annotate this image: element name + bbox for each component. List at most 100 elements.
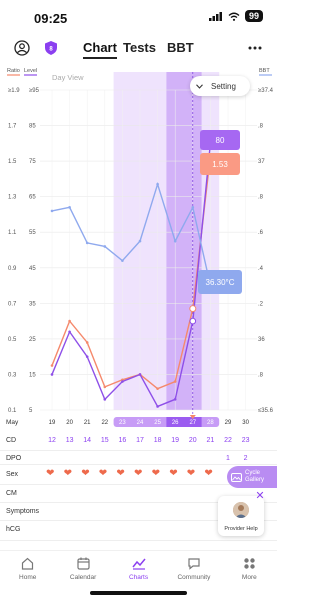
profile-icon[interactable] xyxy=(12,38,32,58)
community-icon xyxy=(186,555,202,571)
level-highlight-point xyxy=(189,317,197,325)
heart-icon[interactable]: ❤ xyxy=(46,468,54,479)
heart-icon[interactable]: ❤ xyxy=(64,468,72,479)
bbt-point xyxy=(50,209,54,213)
nav-community-label: Community xyxy=(177,574,211,581)
x-day-tick: 22 xyxy=(101,420,108,426)
ratio-tick: 0.9 xyxy=(8,266,17,272)
bbt-tick: ≤35.6 xyxy=(258,408,274,414)
x-day-tick: 30 xyxy=(242,420,249,426)
bbt-tick: ≥37.4 xyxy=(258,88,274,94)
bbt-point xyxy=(121,259,124,262)
tab-chart[interactable]: Chart xyxy=(83,40,117,59)
level-callout-value: 80 xyxy=(215,135,225,145)
ratio-callout: 1.53 xyxy=(200,153,240,175)
dpo-value: 1 xyxy=(226,455,230,462)
row-divider xyxy=(0,540,277,541)
level-tick: 25 xyxy=(29,337,36,343)
ratio-axis-title: Ratio xyxy=(7,68,20,74)
bbt-point xyxy=(156,182,159,186)
level-tick: 5 xyxy=(29,408,33,414)
x-day-tick: 26 xyxy=(172,420,179,426)
provider-help-label: Provider Help xyxy=(224,526,258,532)
level-point xyxy=(156,405,159,408)
chevron-down-icon xyxy=(196,83,203,89)
ratio-tick: 1.7 xyxy=(8,124,17,130)
heart-icon[interactable]: ❤ xyxy=(116,468,124,479)
nav-charts-label: Charts xyxy=(128,574,149,581)
row-label-hcg: hCG xyxy=(6,526,21,533)
cd-value: 21 xyxy=(206,437,215,444)
close-icon[interactable]: ✕ xyxy=(254,490,266,502)
bbt-point xyxy=(138,239,142,243)
shield-icon[interactable]: 8 xyxy=(41,38,61,58)
bbt-point xyxy=(173,239,177,243)
tab-tests[interactable]: Tests xyxy=(123,40,156,55)
ratio-tick: 1.5 xyxy=(8,159,17,165)
level-callout: 80 xyxy=(200,130,240,150)
level-tick: ≥95 xyxy=(29,88,40,94)
more-icon[interactable] xyxy=(245,38,265,58)
provider-avatar xyxy=(233,502,249,518)
level-tick: 55 xyxy=(29,230,36,236)
battery-indicator: 99 xyxy=(244,10,263,22)
ratio-point xyxy=(156,387,159,390)
ratio-tick: 0.5 xyxy=(8,337,17,343)
ratio-point xyxy=(50,364,54,367)
level-point xyxy=(173,398,177,401)
bbt-tick: .6 xyxy=(258,230,264,236)
cd-value: 18 xyxy=(153,437,162,444)
cd-value: 15 xyxy=(100,437,109,444)
home-indicator xyxy=(90,591,187,595)
cd-value: 20 xyxy=(188,437,197,444)
cd-value: 23 xyxy=(241,437,250,444)
x-day-tick: 29 xyxy=(225,420,232,426)
x-day-tick: 20 xyxy=(66,420,73,426)
gallery-icon xyxy=(231,472,242,482)
heart-icon[interactable]: ❤ xyxy=(169,468,177,479)
month-label: May xyxy=(6,419,19,426)
level-point xyxy=(138,373,142,376)
signal-icon xyxy=(208,11,222,21)
cycle-gallery-button[interactable]: Cycle Gallery xyxy=(227,466,277,488)
heart-icon[interactable]: ❤ xyxy=(187,468,195,479)
x-day-tick: 25 xyxy=(154,420,161,426)
level-tick: 15 xyxy=(29,372,36,378)
cd-value: 22 xyxy=(224,437,232,444)
ratio-tick: 1.1 xyxy=(8,230,17,236)
nav-home[interactable]: Home xyxy=(0,551,55,600)
heart-icon[interactable]: ❤ xyxy=(204,468,212,479)
heart-icon[interactable]: ❤ xyxy=(81,468,89,479)
calendar-icon xyxy=(75,555,91,571)
bbt-tick: 37 xyxy=(258,159,265,165)
heart-icon[interactable]: ❤ xyxy=(99,468,107,479)
cycle-chart[interactable]: Ratio Level BBT Day View ≥1.9 ≥95 ≥37.4 1.7 85.… xyxy=(0,62,277,430)
setting-button[interactable]: Setting xyxy=(190,76,250,96)
wifi-icon xyxy=(228,12,240,21)
day-view-label: Day View xyxy=(52,73,84,82)
dpo-value: 2 xyxy=(243,455,248,462)
x-day-tick: 24 xyxy=(137,420,144,426)
bbt-tick: .4 xyxy=(258,266,264,272)
level-tick: 35 xyxy=(29,301,36,307)
nav-more[interactable]: More xyxy=(222,551,277,600)
chart-canvas[interactable]: Ratio Level BBT Day View ≥1.9 ≥95 ≥37.4 1.7 85.… xyxy=(0,62,277,430)
cycle-gallery-label-1: Cycle xyxy=(245,470,261,476)
ratio-point xyxy=(85,341,89,344)
setting-label: Setting xyxy=(211,81,236,91)
provider-help-card[interactable]: ✕ Provider Help xyxy=(218,490,265,536)
cd-value: 14 xyxy=(83,437,92,444)
grid-icon xyxy=(241,555,257,571)
cd-value: 19 xyxy=(171,437,180,444)
heart-icon[interactable]: ❤ xyxy=(134,468,142,479)
bbt-axis-title: BBT xyxy=(259,68,270,74)
level-tick: 65 xyxy=(29,195,36,201)
ratio-tick: 0.3 xyxy=(8,372,17,378)
ratio-tick: ≥1.9 xyxy=(8,88,20,94)
row-divider xyxy=(0,464,277,465)
bbt-callout-value: 36.30°C xyxy=(205,277,235,287)
heart-icon[interactable]: ❤ xyxy=(152,468,160,479)
charts-icon xyxy=(131,555,147,571)
status-time: 09:25 xyxy=(34,11,68,26)
tab-bbt[interactable]: BBT xyxy=(167,40,194,55)
